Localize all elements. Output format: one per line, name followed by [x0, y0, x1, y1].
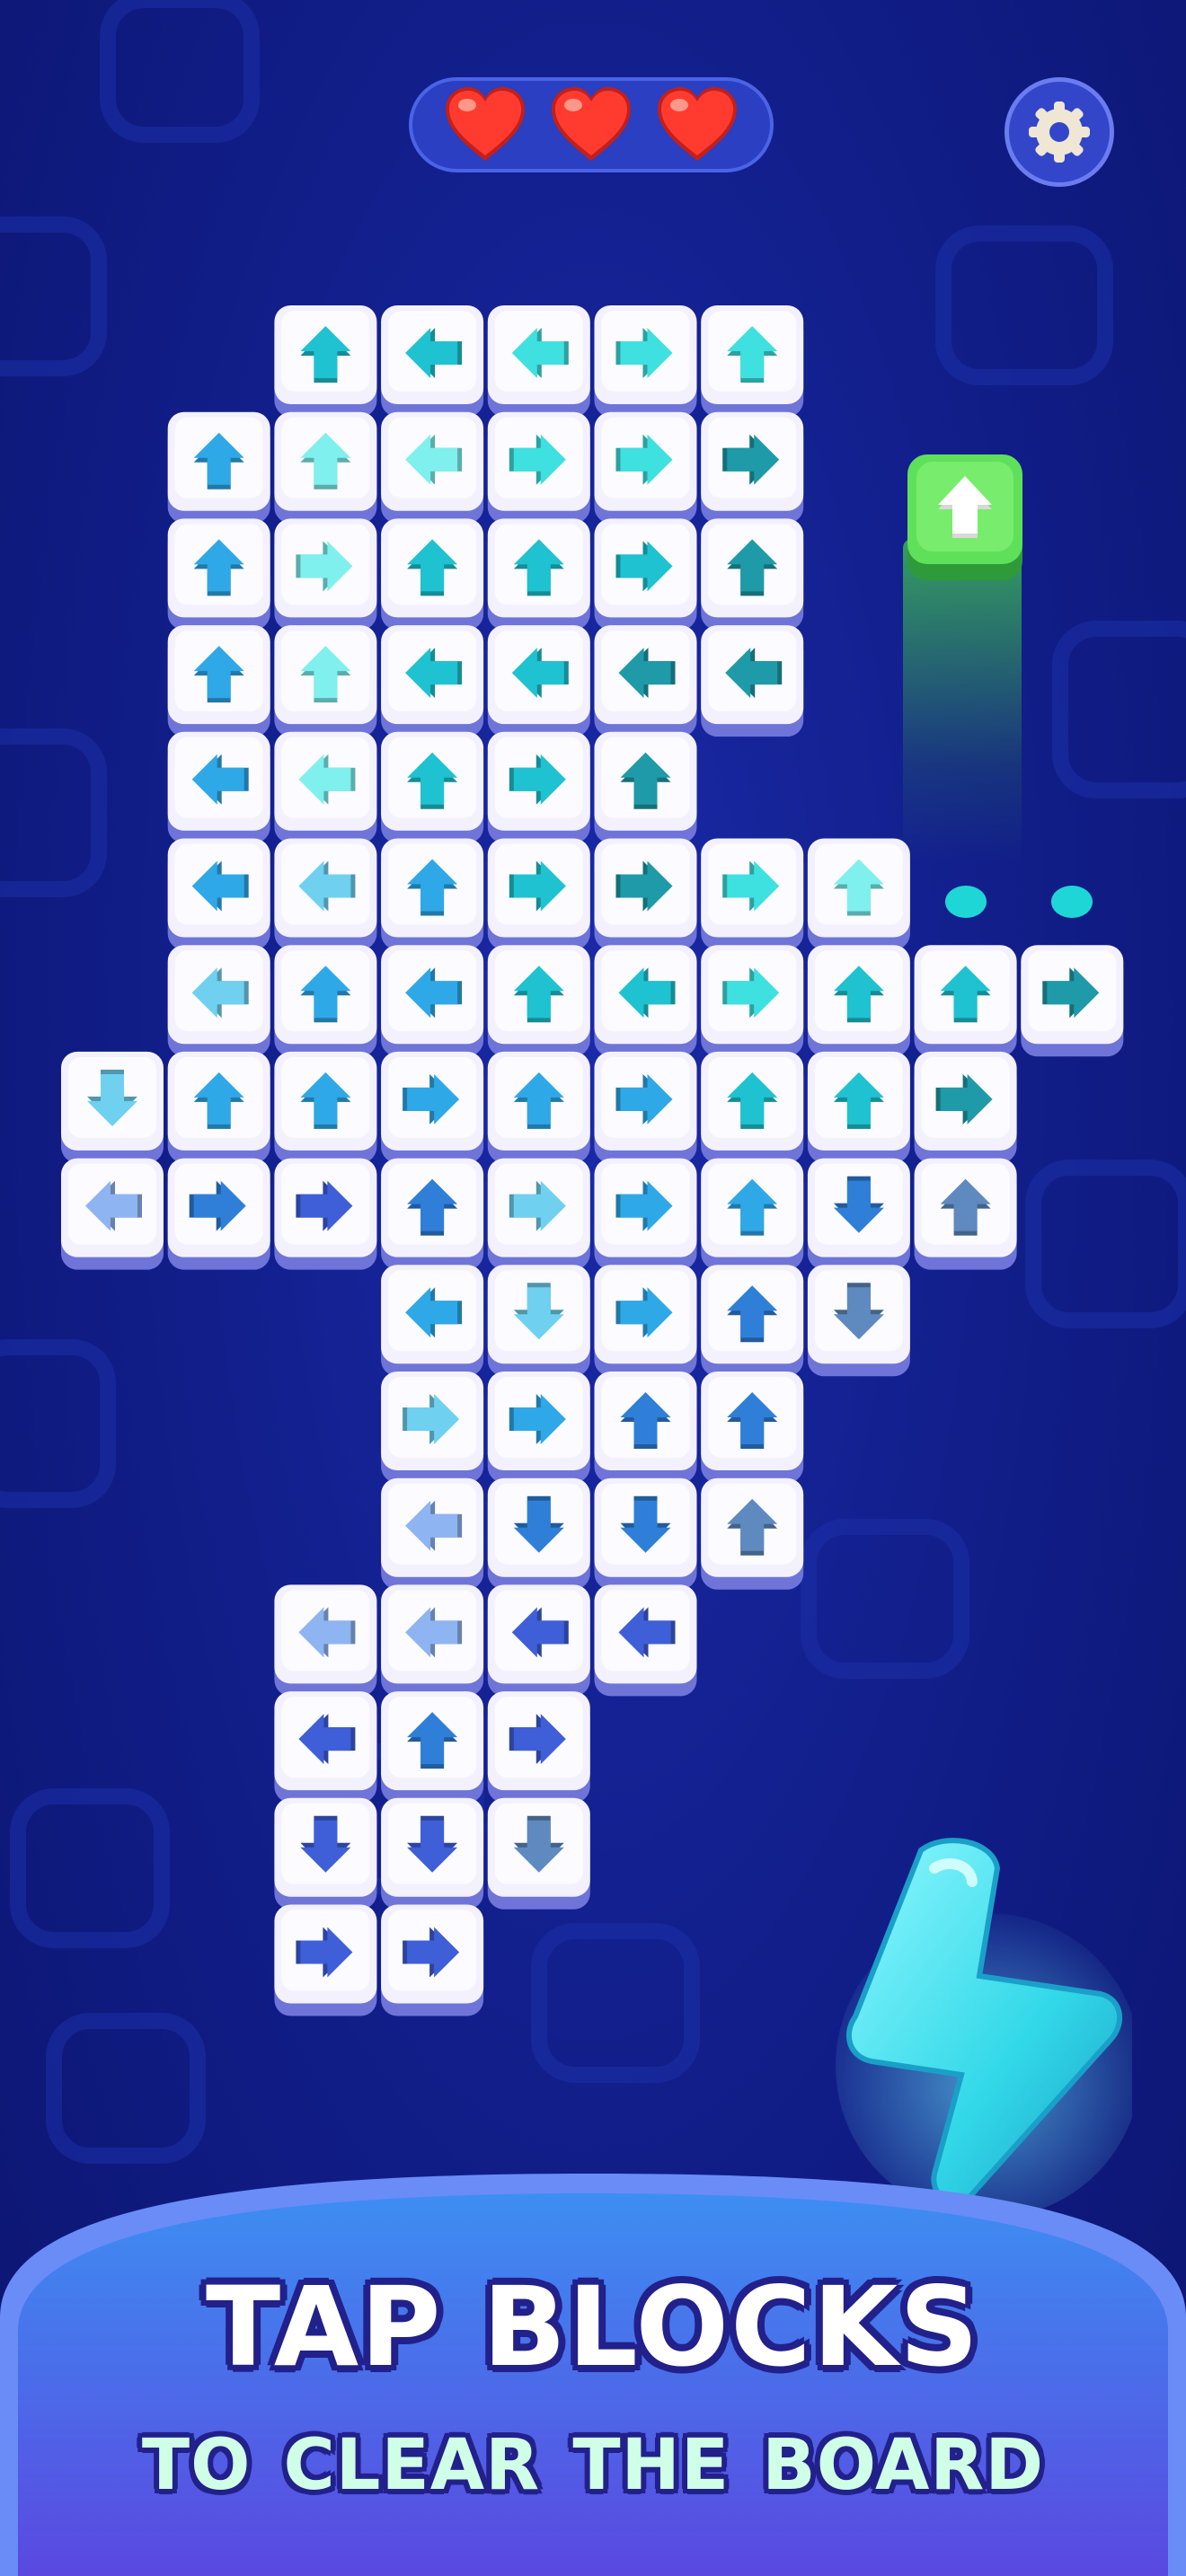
arrow-tile-left[interactable]: [167, 731, 270, 843]
arrow-tile-left[interactable]: [487, 1584, 590, 1697]
arrow-tile-right[interactable]: [487, 1158, 590, 1270]
arrow-tile-right[interactable]: [594, 1265, 697, 1377]
arrow-tile-left[interactable]: [167, 838, 270, 950]
arrow-tile-up[interactable]: [381, 838, 484, 950]
arrow-tile-left[interactable]: [381, 411, 484, 524]
arrow-tile-up[interactable]: [274, 945, 377, 1057]
arrow-tile-up[interactable]: [914, 945, 1017, 1057]
arrow-tile-right[interactable]: [167, 1158, 270, 1270]
arrow-tile-left[interactable]: [381, 1584, 484, 1697]
arrow-tile-right[interactable]: [487, 1372, 590, 1483]
arrow-tile-up[interactable]: [701, 305, 804, 417]
arrow-tile-right[interactable]: [274, 1904, 377, 2016]
arrow-tile-left[interactable]: [594, 945, 697, 1057]
arrow-tile-left[interactable]: [274, 731, 377, 843]
arrow-tile-left[interactable]: [274, 838, 377, 950]
arrow-tile-left[interactable]: [381, 305, 484, 417]
arrow-tile-up[interactable]: [487, 518, 590, 631]
arrow-tile-up[interactable]: [701, 1158, 804, 1270]
arrow-tile-right[interactable]: [914, 1051, 1017, 1163]
arrow-tile-up[interactable]: [807, 945, 910, 1057]
arrow-tile-right[interactable]: [594, 411, 697, 524]
launcher-trail: [903, 539, 1022, 862]
arrow-tile-down[interactable]: [807, 1265, 910, 1377]
arrow-tile-right[interactable]: [701, 411, 804, 524]
arrow-tile-right[interactable]: [701, 838, 804, 950]
arrow-tile-left[interactable]: [381, 1265, 484, 1377]
arrow-tile-up[interactable]: [487, 1051, 590, 1163]
arrow-tile-up[interactable]: [594, 1372, 697, 1483]
arrow-tile-left[interactable]: [274, 1691, 377, 1804]
arrow-tile-down[interactable]: [487, 1478, 590, 1590]
arrow-tile-right[interactable]: [274, 1158, 377, 1270]
arrow-tile-down[interactable]: [61, 1051, 164, 1163]
arrow-tile-right[interactable]: [1021, 945, 1124, 1057]
arrow-tile-up[interactable]: [274, 411, 377, 524]
arrow-tile-left[interactable]: [487, 625, 590, 737]
arrow-tile-left[interactable]: [381, 625, 484, 737]
arrow-tile-up[interactable]: [167, 1051, 270, 1163]
arrow-tile-up[interactable]: [274, 305, 377, 417]
arrow-tile-right[interactable]: [487, 838, 590, 950]
launcher-block[interactable]: [907, 454, 1022, 580]
arrow-tile-right[interactable]: [381, 1372, 484, 1483]
arrow-tile-up[interactable]: [701, 1478, 804, 1590]
arrow-tile-up[interactable]: [487, 945, 590, 1057]
arrow-tile-up[interactable]: [594, 731, 697, 843]
arrow-tile-left[interactable]: [487, 305, 590, 417]
arrow-tile-up[interactable]: [807, 1051, 910, 1163]
arrow-tile-left[interactable]: [274, 1584, 377, 1697]
arrow-tile-left[interactable]: [381, 945, 484, 1057]
arrow-tile-up[interactable]: [701, 1372, 804, 1483]
arrow-tile-up[interactable]: [167, 518, 270, 631]
arrow-tile-down[interactable]: [381, 1797, 484, 1910]
arrow-tile-up[interactable]: [381, 1158, 484, 1270]
arrow-tile-right[interactable]: [701, 945, 804, 1057]
arrow-tile-down[interactable]: [807, 1158, 910, 1270]
arrow-tile-up[interactable]: [167, 625, 270, 737]
arrow-tile-right[interactable]: [487, 1691, 590, 1804]
arrow-tile-up[interactable]: [701, 518, 804, 631]
arrow-tile-up[interactable]: [381, 1691, 484, 1804]
arrow-tile-down[interactable]: [594, 1478, 697, 1590]
arrow-tile-right[interactable]: [381, 1051, 484, 1163]
arrow-tile-up[interactable]: [381, 731, 484, 843]
arrow-tile-left[interactable]: [167, 945, 270, 1057]
aim-dot: [945, 886, 987, 918]
arrow-tile-up[interactable]: [274, 625, 377, 737]
lightning-icon[interactable]: [836, 1832, 1132, 2210]
arrow-tile-up[interactable]: [807, 838, 910, 950]
arrow-tile-right[interactable]: [381, 1904, 484, 2016]
arrow-tile-left[interactable]: [701, 625, 804, 737]
arrow-tile-up[interactable]: [167, 411, 270, 524]
arrow-tile-left[interactable]: [594, 1584, 697, 1697]
arrow-tile-up[interactable]: [914, 1158, 1017, 1270]
arrow-tile-right[interactable]: [594, 1051, 697, 1163]
arrow-tile-up[interactable]: [701, 1051, 804, 1163]
arrow-tile-right[interactable]: [594, 518, 697, 631]
arrow-tile-down[interactable]: [274, 1797, 377, 1910]
arrow-tile-right[interactable]: [594, 838, 697, 950]
arrow-tile-up[interactable]: [274, 1051, 377, 1163]
arrow-tile-right[interactable]: [594, 1158, 697, 1270]
arrow-tile-up[interactable]: [701, 1265, 804, 1377]
arrow-tile-down[interactable]: [487, 1797, 590, 1910]
arrow-tile-left[interactable]: [594, 625, 697, 737]
arrow-tile-right[interactable]: [594, 305, 697, 417]
banner-title: TAP BLOCKS: [205, 2263, 981, 2391]
arrow-tile-left[interactable]: [61, 1158, 164, 1270]
arrow-tile-up[interactable]: [381, 518, 484, 631]
arrow-tile-right[interactable]: [487, 411, 590, 524]
arrow-tile-right[interactable]: [274, 518, 377, 631]
arrow-tile-down[interactable]: [487, 1265, 590, 1377]
banner-subtitle: TO CLEAR THE BOARD: [141, 2425, 1045, 2506]
aim-dot: [1051, 886, 1093, 918]
arrow-tile-left[interactable]: [381, 1478, 484, 1590]
arrow-tile-right[interactable]: [487, 731, 590, 843]
